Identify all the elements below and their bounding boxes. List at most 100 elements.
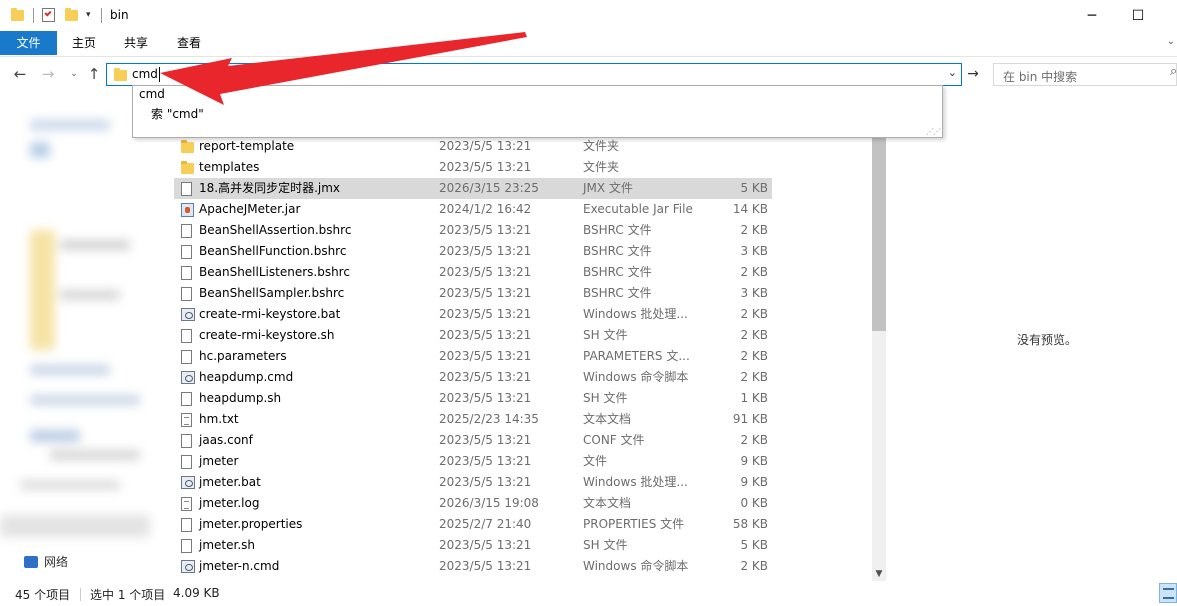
divider	[80, 588, 81, 601]
file-icon	[181, 518, 192, 532]
file-icon	[181, 266, 192, 280]
properties-icon[interactable]	[42, 6, 55, 24]
scroll-down-arrow-icon[interactable]: ▼	[872, 567, 886, 581]
folder-icon	[114, 68, 127, 81]
chevron-down-icon[interactable]: ⌄	[948, 66, 957, 79]
file-size: 5 KB	[740, 181, 768, 195]
file-type: BSHRC 文件	[583, 244, 652, 258]
file-icon	[181, 287, 192, 301]
file-name: jmeter.properties	[199, 517, 303, 531]
tab-share[interactable]: 共享	[112, 31, 160, 55]
file-name: BeanShellListeners.bshrc	[199, 265, 350, 279]
file-name: jmeter.log	[199, 496, 260, 510]
tab-home[interactable]: 主页	[60, 31, 108, 55]
file-name: BeanShellAssertion.bshrc	[199, 223, 352, 237]
file-row[interactable]: jmeter.bat 2023/5/5 13:21 Windows 批处理... 9 …	[174, 472, 772, 493]
nav-item-network[interactable]: 网络	[24, 553, 68, 570]
tab-file[interactable]: 文件	[0, 31, 57, 55]
file-row[interactable]: create-rmi-keystore.sh 2023/5/5 13:21 SH 文…	[174, 325, 772, 346]
autocomplete-item[interactable]: cmd	[139, 87, 165, 101]
file-row[interactable]: hc.parameters 2023/5/5 13:21 PARAMETERS 文.…	[174, 346, 772, 367]
file-list: examples2023/5/5 13:21文件夹report-template…	[158, 125, 872, 581]
file-name: BeanShellSampler.bshrc	[199, 286, 345, 300]
details-view-button[interactable]	[1159, 583, 1177, 603]
resize-grip-icon[interactable]: ⋰⋰	[926, 127, 941, 136]
file-type: BSHRC 文件	[583, 223, 652, 237]
back-button[interactable]: ←	[10, 64, 30, 84]
file-row[interactable]: BeanShellAssertion.bshrc 2023/5/5 13:21 BS…	[174, 220, 772, 241]
file-date: 2023/5/5 13:21	[439, 223, 532, 237]
go-button[interactable]: →	[964, 64, 982, 84]
file-name: jaas.conf	[199, 433, 253, 447]
up-button[interactable]: ↑	[84, 64, 104, 84]
file-name: 18.高并发同步定时器.jmx	[199, 181, 341, 195]
file-size: 0 KB	[740, 496, 768, 510]
file-row[interactable]: BeanShellListeners.bshrc 2023/5/5 13:21 BS…	[174, 262, 772, 283]
file-size: 5 KB	[740, 538, 768, 552]
selection-size: 4.09 KB	[173, 586, 220, 600]
file-date: 2023/5/5 13:21	[439, 559, 532, 573]
file-name: jmeter.bat	[199, 475, 261, 489]
file-icon	[181, 245, 192, 259]
file-row[interactable]: BeanShellFunction.bshrc 2023/5/5 13:21 BSH…	[174, 241, 772, 262]
file-type: Windows 命令脚本	[583, 559, 689, 573]
file-row[interactable]: 18.高并发同步定时器.jmx 2026/3/15 23:25 JMX 文件 5 KB	[174, 178, 772, 199]
file-name: ApacheJMeter.jar	[199, 202, 301, 216]
autocomplete-item[interactable]: 索 "cmd"	[151, 105, 204, 122]
file-size: 9 KB	[740, 454, 768, 468]
file-type: 文本文档	[583, 412, 632, 426]
jar-icon	[181, 203, 194, 217]
file-row[interactable]: jaas.conf 2023/5/5 13:21 CONF 文件 2 KB	[174, 430, 772, 451]
file-row[interactable]: templates 2023/5/5 13:21 文件夹	[174, 157, 772, 178]
file-date: 2026/3/15 23:25	[439, 181, 539, 195]
customize-toolbar-icon[interactable]: ▾	[86, 6, 91, 24]
forward-button[interactable]: →	[38, 64, 58, 84]
file-size: 2 KB	[740, 265, 768, 279]
expand-ribbon-icon[interactable]: ⌄	[1167, 36, 1175, 47]
file-row[interactable]: heapdump.sh 2023/5/5 13:21 SH 文件 1 KB	[174, 388, 772, 409]
file-type: SH 文件	[583, 328, 628, 342]
file-icon	[181, 539, 192, 553]
file-size: 1 KB	[740, 391, 768, 405]
file-type: PROPERTIES 文件	[583, 517, 685, 531]
divider	[33, 8, 34, 23]
address-bar[interactable]: cmd ⌄	[106, 63, 962, 86]
file-date: 2024/1/2 16:42	[439, 202, 532, 216]
file-row[interactable]: jmeter.properties 2025/2/7 21:40 PROPERTIE…	[174, 514, 772, 535]
file-type: BSHRC 文件	[583, 286, 652, 300]
file-name: heapdump.cmd	[199, 370, 294, 384]
file-size: 9 KB	[740, 475, 768, 489]
file-name: BeanShellFunction.bshrc	[199, 244, 347, 258]
blurred-tree	[0, 90, 158, 580]
file-row[interactable]: heapdump.cmd 2023/5/5 13:21 Windows 命令脚本 2 …	[174, 367, 772, 388]
minimize-button[interactable]: ─	[1069, 0, 1115, 31]
file-row[interactable]: jmeter.log 2026/3/15 19:08 文本文档 0 KB	[174, 493, 772, 514]
file-type: Windows 批处理...	[583, 307, 688, 321]
file-row[interactable]: create-rmi-keystore.bat 2023/5/5 13:21 Win…	[174, 304, 772, 325]
search-box[interactable]: 在 bin 中搜索	[993, 63, 1177, 86]
address-input[interactable]: cmd	[132, 67, 158, 81]
file-date: 2023/5/5 13:21	[439, 454, 532, 468]
file-row[interactable]: jmeter-n.cmd 2023/5/5 13:21 Windows 命令脚本 2 …	[174, 556, 772, 577]
vertical-scrollbar[interactable]: ▼	[872, 125, 886, 581]
scrollbar-thumb[interactable]	[872, 125, 886, 331]
file-row[interactable]: report-template 2023/5/5 13:21 文件夹	[174, 136, 772, 157]
recent-locations-icon[interactable]: ⌄	[64, 64, 84, 84]
file-row[interactable]: jmeter.sh 2023/5/5 13:21 SH 文件 5 KB	[174, 535, 772, 556]
file-type: JMX 文件	[583, 181, 633, 195]
navigation-pane[interactable]	[0, 90, 158, 580]
file-date: 2023/5/5 13:21	[439, 538, 532, 552]
maximize-button[interactable]: ☐	[1115, 0, 1161, 31]
file-size: 58 KB	[732, 517, 768, 531]
file-row[interactable]: BeanShellSampler.bshrc 2023/5/5 13:21 BSHR…	[174, 283, 772, 304]
file-date: 2023/5/5 13:21	[439, 391, 532, 405]
file-name: templates	[199, 160, 260, 174]
file-row[interactable]: hm.txt 2025/2/23 14:35 文本文档 91 KB	[174, 409, 772, 430]
tab-view[interactable]: 查看	[165, 31, 213, 55]
new-folder-icon[interactable]	[65, 6, 78, 24]
file-row[interactable]: jmeter 2023/5/5 13:21 文件 9 KB	[174, 451, 772, 472]
search-placeholder: 在 bin 中搜索	[1003, 70, 1078, 84]
file-icon	[181, 455, 192, 469]
file-row[interactable]: ApacheJMeter.jar 2024/1/2 16:42 Executable…	[174, 199, 772, 220]
search-icon[interactable]: ⌕	[1170, 64, 1177, 79]
